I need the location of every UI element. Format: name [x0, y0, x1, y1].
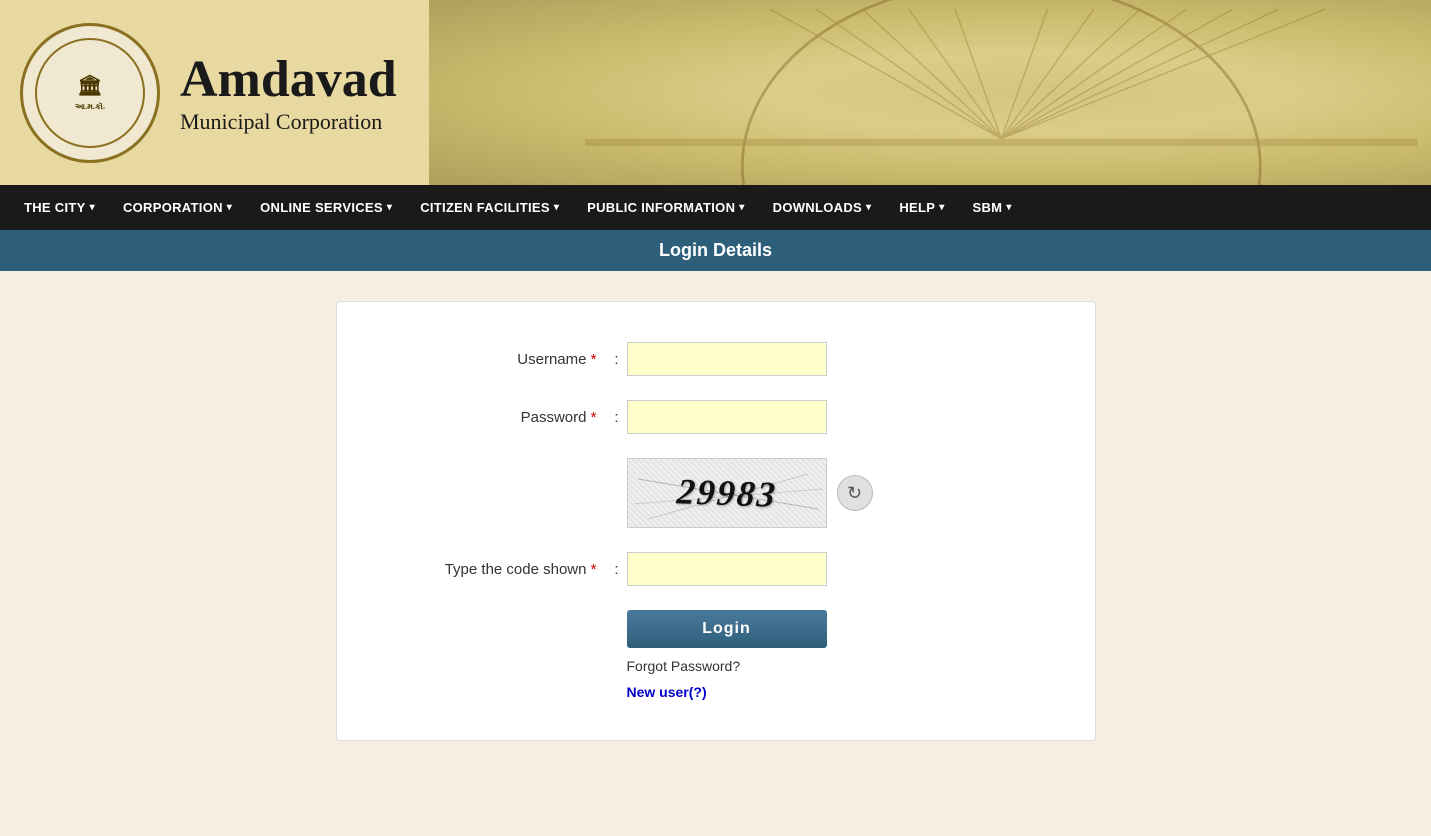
chevron-down-icon: ▾ — [90, 202, 95, 213]
captcha-image-row: 29983 ↻ — [627, 458, 1045, 528]
nav-item-help[interactable]: HELP ▾ — [885, 185, 958, 230]
password-colon: : — [607, 409, 627, 426]
nav-item-public-information[interactable]: PUBLIC INFORMATION ▾ — [573, 185, 758, 230]
main-navigation: THE CITY ▾ CORPORATION ▾ ONLINE SERVICES… — [0, 185, 1431, 230]
password-input[interactable] — [627, 400, 827, 434]
password-row: Password * : — [387, 400, 1045, 434]
username-colon: : — [607, 351, 627, 368]
nav-item-citizen-facilities[interactable]: CITIZEN FACILITIES ▾ — [406, 185, 573, 230]
content-area: Username * : Password * : — [0, 271, 1431, 771]
captcha-label: Type the code shown * — [387, 561, 607, 578]
username-label: Username * — [387, 351, 607, 368]
header: 🏛 આ.મ.કૉ. Amdavad Municipal Corporation — [0, 0, 1431, 185]
password-label: Password * — [387, 409, 607, 426]
chevron-down-icon: ▾ — [939, 202, 944, 213]
chevron-down-icon: ▾ — [1006, 202, 1011, 213]
login-card: Username * : Password * : — [336, 301, 1096, 741]
forgot-password-link[interactable]: Forgot Password? — [627, 658, 1045, 674]
login-button[interactable]: Login — [627, 610, 827, 648]
captcha-refresh-button[interactable]: ↻ — [837, 475, 873, 511]
captcha-colon: : — [607, 561, 627, 578]
chevron-down-icon: ▾ — [739, 202, 744, 213]
org-subtitle: Municipal Corporation — [180, 109, 397, 135]
username-input[interactable] — [627, 342, 827, 376]
captcha-image: 29983 — [627, 458, 827, 528]
chevron-down-icon: ▾ — [227, 202, 232, 213]
chevron-down-icon: ▾ — [866, 202, 871, 213]
login-actions: Login Forgot Password? New user(?) — [627, 610, 1045, 700]
bridge-decoration — [572, 0, 1431, 185]
captcha-value: 29983 — [675, 470, 778, 515]
chevron-down-icon: ▾ — [387, 202, 392, 213]
org-title: Amdavad — [180, 50, 397, 109]
nav-item-online-services[interactable]: ONLINE SERVICES ▾ — [246, 185, 406, 230]
nav-item-downloads[interactable]: DOWNLOADS ▾ — [759, 185, 886, 230]
captcha-input[interactable] — [627, 552, 827, 586]
nav-item-sbm[interactable]: SBM ▾ — [959, 185, 1026, 230]
new-user-link[interactable]: New user(?) — [627, 684, 1045, 700]
refresh-icon: ↻ — [847, 483, 862, 504]
page-title: Login Details — [659, 240, 772, 260]
nav-item-corporation[interactable]: CORPORATION ▾ — [109, 185, 246, 230]
chevron-down-icon: ▾ — [554, 202, 559, 213]
username-row: Username * : — [387, 342, 1045, 376]
nav-item-city[interactable]: THE CITY ▾ — [10, 185, 109, 230]
page-title-bar: Login Details — [0, 230, 1431, 271]
captcha-input-row: Type the code shown * : — [387, 552, 1045, 586]
header-text: Amdavad Municipal Corporation — [180, 50, 397, 135]
logo: 🏛 આ.મ.કૉ. — [20, 23, 160, 163]
